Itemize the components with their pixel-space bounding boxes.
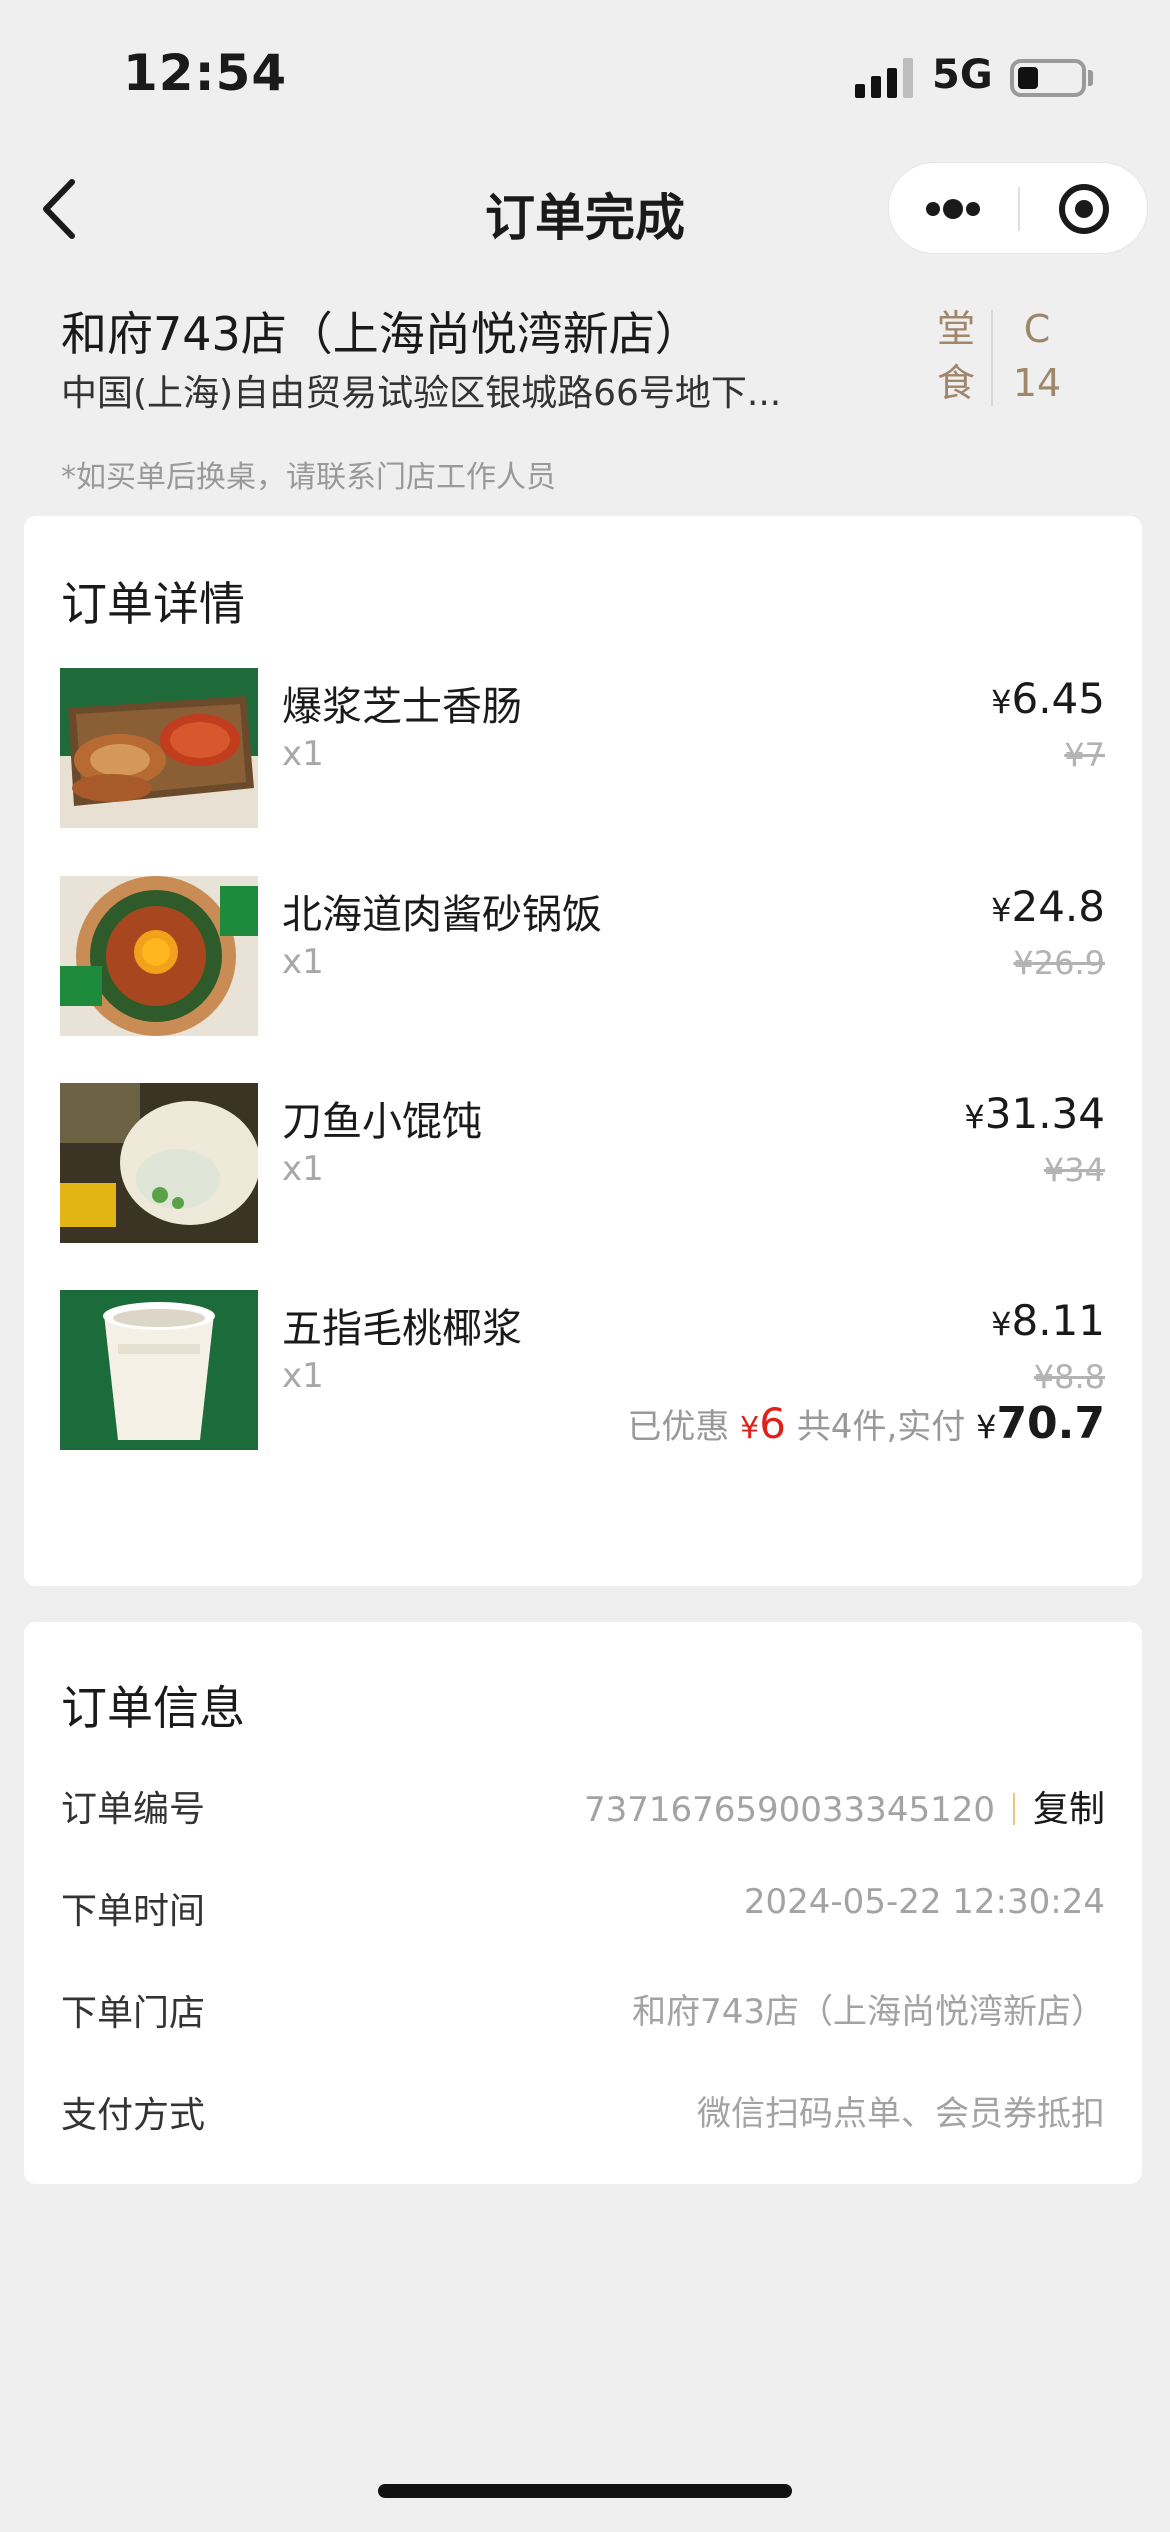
item-price-value: 6.45 [1011,674,1105,723]
battery-tip [1088,70,1093,86]
item-price-value: 8.11 [1011,1296,1105,1345]
store-name: 和府743店（上海尚悦湾新店） [61,307,701,361]
mini-program-capsule [888,162,1148,254]
order-info-title: 订单信息 [61,1681,245,1735]
order-time-label: 下单时间 [61,1891,206,1932]
order-complete-page: 12:54 5G 订单完成 和府743店（上海尚悦湾新店） 中国(上海)自由贸易… [0,0,1170,2532]
order-number: 7371676590033345120 [583,1790,995,1830]
home-indicator[interactable] [378,2484,792,2498]
header-divider [991,310,993,406]
table-seat: 14 [1012,361,1062,405]
order-store-value: 和府743店（上海尚悦湾新店） [632,1992,1105,2032]
item-original-price: ¥7 [1064,736,1105,774]
table-number: C 14 [1012,302,1062,410]
discount-currency: ¥ [740,1411,760,1446]
total-currency: ¥ [976,1408,997,1446]
item-original-price: ¥34 [1043,1151,1105,1189]
network-type: 5G [932,52,993,98]
battery-icon [1010,59,1086,97]
currency-symbol: ¥ [964,1098,985,1136]
dine-type-char: 堂 [936,307,975,351]
item-image-wonton [60,1083,258,1243]
order-number-label: 订单编号 [61,1789,206,1830]
table-change-note: *如买单后换桌，请联系门店工作人员 [61,460,556,495]
item-name: 爆浆芝士香肠 [282,684,522,730]
copy-divider [1012,1793,1015,1825]
item-price: ¥6.45 [991,674,1105,723]
payment-method-row: 支付方式 微信扫码点单、会员券抵扣 [24,2080,1142,2140]
order-summary: 已优惠 ¥6 共4件,实付 ¥70.7 [627,1398,1105,1449]
item-quantity: x1 [282,942,324,982]
order-item: 爆浆芝士香肠 x1 ¥6.45 ¥7 [24,668,1142,828]
item-image-sausage [60,668,258,828]
payment-method-label: 支付方式 [61,2095,206,2136]
order-detail-card: 订单详情 爆浆芝士香肠 x1 ¥6.45 ¥7 北海道肉酱砂锅饭 x1 ¥24.… [24,516,1142,1586]
currency-symbol: ¥ [991,1305,1012,1343]
more-dots-icon [926,199,980,219]
order-info-card: 订单信息 订单编号 7371676590033345120 复制 下单时间 202… [24,1622,1142,2184]
table-area: C [1023,307,1051,351]
nav-bar: 订单完成 [0,150,1170,265]
total-paid: 70.7 [996,1398,1105,1449]
item-image-coconut-drink [60,1290,258,1450]
order-item: 北海道肉酱砂锅饭 x1 ¥24.8 ¥26.9 [24,876,1142,1036]
order-item: 刀鱼小馄饨 x1 ¥31.34 ¥34 [24,1083,1142,1243]
status-bar: 12:54 5G [0,0,1170,150]
item-count-label: 共4件,实付 [796,1407,966,1447]
order-number-row: 订单编号 7371676590033345120 复制 [24,1774,1142,1834]
item-name: 五指毛桃椰浆 [282,1306,522,1352]
store-address: 中国(上海)自由贸易试验区银城路66号地下... [61,373,781,414]
item-price: ¥31.34 [964,1089,1105,1138]
currency-symbol: ¥ [991,683,1012,721]
item-original-price: ¥8.8 [1033,1358,1105,1396]
order-store-row: 下单门店 和府743店（上海尚悦湾新店） [24,1978,1142,2038]
status-time: 12:54 [123,44,288,102]
copy-button[interactable]: 复制 [1033,1789,1105,1830]
item-quantity: x1 [282,734,324,774]
item-price: ¥24.8 [991,882,1105,931]
item-name: 北海道肉酱砂锅饭 [282,892,602,938]
discount-label: 已优惠 [627,1407,730,1447]
item-quantity: x1 [282,1356,324,1396]
close-button[interactable] [1020,163,1148,255]
discount-amount: 6 [759,1399,786,1448]
item-quantity: x1 [282,1149,324,1189]
signal-icon [855,58,913,98]
item-price: ¥8.11 [991,1296,1105,1345]
item-name: 刀鱼小馄饨 [282,1099,482,1145]
more-button[interactable] [889,163,1017,255]
payment-method-value: 微信扫码点单、会员券抵扣 [697,2094,1105,2134]
item-price-value: 24.8 [1011,882,1105,931]
dine-type-badge: 堂 食 [936,302,976,410]
order-time-value: 2024-05-22 12:30:24 [743,1882,1105,1922]
item-original-price: ¥26.9 [1013,944,1105,982]
item-image-claypot-rice [60,876,258,1036]
currency-symbol: ¥ [991,891,1012,929]
order-store-label: 下单门店 [61,1993,206,2034]
close-circle-icon [1059,184,1109,234]
order-number-value: 7371676590033345120 复制 [584,1780,1105,1832]
order-time-row: 下单时间 2024-05-22 12:30:24 [24,1876,1142,1936]
dine-type-char: 食 [936,361,975,405]
item-price-value: 31.34 [984,1089,1105,1138]
order-detail-title: 订单详情 [61,577,245,631]
